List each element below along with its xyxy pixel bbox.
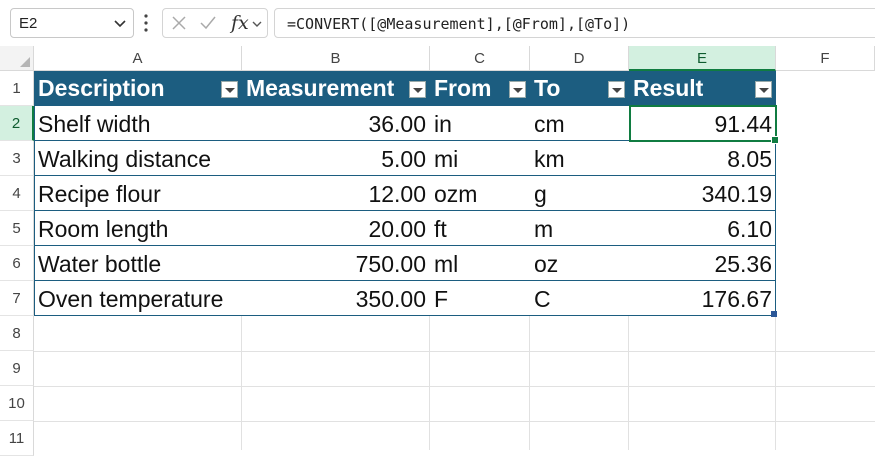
row-header-4[interactable]: 4 (0, 176, 34, 211)
filter-dropdown-icon[interactable] (221, 81, 238, 98)
filter-dropdown-icon[interactable] (755, 81, 772, 98)
chevron-down-icon[interactable] (113, 16, 127, 30)
column-header-b[interactable]: B (242, 46, 430, 71)
column-header-a[interactable]: A (34, 46, 242, 71)
cell-to[interactable]: g (530, 176, 629, 210)
cell-from[interactable]: F (430, 281, 530, 315)
table-row: Oven temperature 350.00 F C 176.67 (34, 281, 776, 316)
row-header-9[interactable]: 9 (0, 351, 34, 386)
formula-input[interactable]: =CONVERT([@Measurement],[@From],[@To]) (274, 8, 875, 38)
cell-result[interactable]: 25.36 (629, 246, 776, 280)
cell-from[interactable]: in (430, 106, 530, 140)
cell-result[interactable]: 176.67 (629, 281, 776, 315)
cell-description[interactable]: Water bottle (34, 246, 242, 280)
cell-result[interactable]: 6.10 (629, 211, 776, 245)
formula-bar: E2 fx =CONVERT([@Measurement],[@From],[@… (0, 0, 875, 46)
table-row: Walking distance 5.00 mi km 8.05 (34, 141, 776, 176)
cell-to[interactable]: oz (530, 246, 629, 280)
formula-text: =CONVERT([@Measurement],[@From],[@To]) (287, 15, 631, 33)
fill-handle[interactable] (771, 136, 779, 144)
column-header-c[interactable]: C (430, 46, 530, 71)
table-border-left (34, 106, 35, 316)
formula-buttons: fx (162, 8, 268, 38)
cell-description[interactable]: Oven temperature (34, 281, 242, 315)
row-header-1[interactable]: 1 (0, 71, 34, 106)
select-all-button[interactable] (0, 46, 34, 71)
worksheet-grid[interactable]: A B C D E F 1 2 3 4 5 6 7 8 9 10 11 Desc… (0, 46, 875, 456)
cell-measurement[interactable]: 5.00 (242, 141, 430, 175)
row-header-2[interactable]: 2 (0, 106, 34, 141)
active-cell-selection[interactable] (629, 105, 779, 144)
cell-measurement[interactable]: 750.00 (242, 246, 430, 280)
header-measurement[interactable]: Measurement (242, 71, 430, 106)
filter-dropdown-icon[interactable] (409, 81, 426, 98)
table-resize-handle[interactable] (771, 311, 777, 317)
row-header-6[interactable]: 6 (0, 246, 34, 281)
cell-to[interactable]: C (530, 281, 629, 315)
cell-result[interactable]: 8.05 (629, 141, 776, 175)
chevron-down-icon[interactable] (251, 18, 263, 30)
cell-from[interactable]: ozm (430, 176, 530, 210)
fx-icon[interactable]: fx (231, 12, 249, 34)
table-header-row: Description Measurement From To Result (34, 71, 776, 106)
cell-to[interactable]: cm (530, 106, 629, 140)
column-header-d[interactable]: D (530, 46, 629, 71)
table-row: Water bottle 750.00 ml oz 25.36 (34, 246, 776, 281)
cell-to[interactable]: km (530, 141, 629, 175)
header-description[interactable]: Description (34, 71, 242, 106)
name-box[interactable]: E2 (10, 8, 134, 38)
check-icon[interactable] (199, 15, 217, 31)
cell-description[interactable]: Recipe flour (34, 176, 242, 210)
close-icon[interactable] (171, 15, 187, 31)
column-header-e[interactable]: E (629, 46, 776, 71)
cell-measurement[interactable]: 20.00 (242, 211, 430, 245)
filter-dropdown-icon[interactable] (608, 81, 625, 98)
row-header-8[interactable]: 8 (0, 316, 34, 351)
row-header-10[interactable]: 10 (0, 386, 34, 421)
cell-result[interactable]: 340.19 (629, 176, 776, 210)
column-header-f[interactable]: F (776, 46, 875, 71)
cell-to[interactable]: m (530, 211, 629, 245)
filter-dropdown-icon[interactable] (509, 81, 526, 98)
row-header-11[interactable]: 11 (0, 421, 34, 456)
row-header-3[interactable]: 3 (0, 141, 34, 176)
name-box-value: E2 (19, 15, 38, 32)
vertical-dots-icon[interactable] (143, 13, 149, 33)
table-row: Room length 20.00 ft m 6.10 (34, 211, 776, 246)
cell-measurement[interactable]: 36.00 (242, 106, 430, 140)
cell-from[interactable]: mi (430, 141, 530, 175)
header-result[interactable]: Result (629, 71, 776, 106)
cell-measurement[interactable]: 350.00 (242, 281, 430, 315)
row-header-7[interactable]: 7 (0, 281, 34, 316)
cell-from[interactable]: ft (430, 211, 530, 245)
cell-description[interactable]: Shelf width (34, 106, 242, 140)
table-row: Recipe flour 12.00 ozm g 340.19 (34, 176, 776, 211)
cell-description[interactable]: Room length (34, 211, 242, 245)
cell-description[interactable]: Walking distance (34, 141, 242, 175)
cell-measurement[interactable]: 12.00 (242, 176, 430, 210)
cell-from[interactable]: ml (430, 246, 530, 280)
row-header-5[interactable]: 5 (0, 211, 34, 246)
